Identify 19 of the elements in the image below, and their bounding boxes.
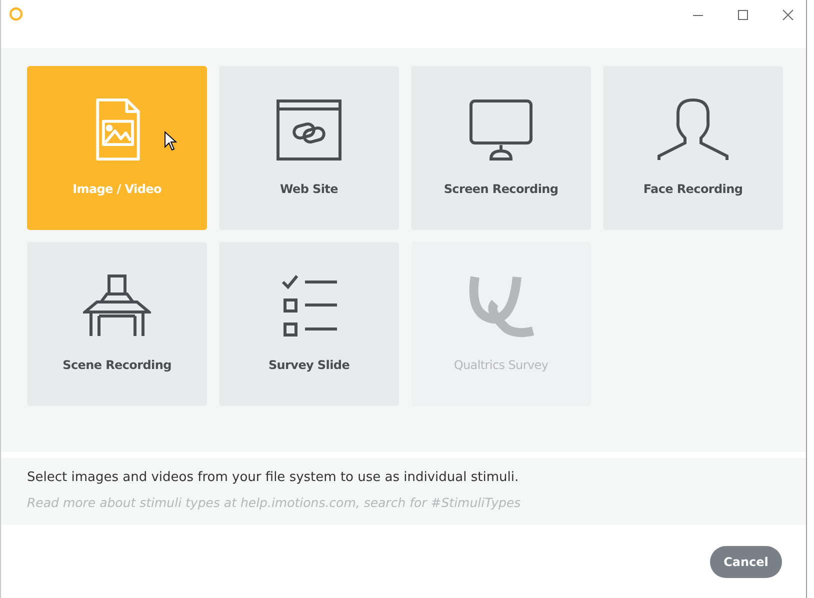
person-silhouette-icon — [657, 98, 729, 162]
stimulus-type-tile[interactable]: Web Site — [219, 66, 399, 230]
browser-link-icon — [276, 98, 342, 162]
description-text: Select images and videos from your file system to use as individual stimuli. — [27, 470, 520, 485]
app-logo-icon — [9, 7, 23, 21]
image-file-icon — [93, 98, 141, 162]
desk-icon — [83, 274, 151, 338]
close-icon[interactable] — [782, 9, 794, 21]
mouse-cursor-icon — [164, 131, 177, 151]
stimulus-type-tile[interactable]: Face Recording — [603, 66, 783, 230]
checklist-icon — [281, 274, 337, 338]
help-hint-text: Read more about stimuli types at help.imotions.com, search for #StimuliTypes — [27, 495, 522, 510]
stimulus-type-tile[interactable]: Survey Slide — [219, 242, 399, 406]
stimulus-type-tile[interactable]: Screen Recording — [411, 66, 591, 230]
cancel-button[interactable]: Cancel — [710, 546, 782, 578]
stimulus-type-tile[interactable]: Scene Recording — [27, 242, 207, 406]
maximize-icon[interactable] — [737, 9, 749, 21]
monitor-icon — [469, 98, 533, 162]
ribbon-loop-icon — [467, 274, 535, 338]
